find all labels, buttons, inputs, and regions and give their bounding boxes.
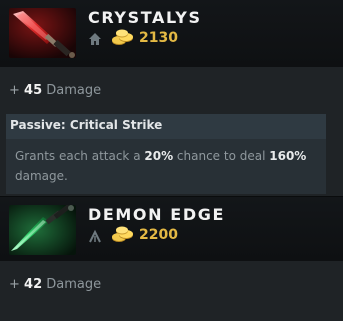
- item-name: CRYSTALYS: [88, 8, 202, 27]
- gold-coin-icon: [111, 226, 135, 244]
- item-header: CRYSTALYS 2130: [0, 0, 343, 67]
- passive-title: Passive: Critical Strike: [10, 118, 163, 132]
- desc-text: chance to deal: [173, 149, 270, 163]
- crystalys-item-icon: [9, 8, 76, 58]
- crit-chance: 20%: [144, 149, 174, 163]
- item-name: DEMON EDGE: [88, 205, 225, 224]
- stat-value: 45: [24, 83, 43, 98]
- passive-ability: Passive: Critical Strike Grants each att…: [6, 114, 326, 194]
- passive-header: Passive: Critical Strike: [6, 114, 326, 139]
- item-header: DEMON EDGE 2200: [0, 197, 343, 261]
- secret-shop-icon: [88, 228, 102, 243]
- stat-label: Damage: [46, 277, 102, 292]
- desc-text: Grants each attack a: [15, 149, 145, 163]
- item-cost: 2130: [139, 30, 178, 46]
- stat-value: 42: [24, 277, 43, 292]
- home-shop-icon: [88, 31, 102, 45]
- desc-text: damage.: [15, 169, 68, 183]
- stat-plus: +: [9, 83, 20, 98]
- stat-plus: +: [9, 277, 20, 292]
- gold-coin-icon: [111, 29, 135, 47]
- item-body: + 42 Damage: [0, 261, 343, 321]
- item-cost: 2200: [139, 227, 178, 243]
- damage-stat: + 45 Damage: [9, 83, 101, 98]
- stat-label: Damage: [46, 83, 102, 98]
- item-card-demon-edge: DEMON EDGE 2200 + 42 Damage: [0, 197, 343, 321]
- damage-stat: + 42 Damage: [9, 277, 101, 292]
- item-body: + 45 Damage Passive: Critical Strike Gra…: [0, 67, 343, 196]
- demon-edge-item-icon: [9, 205, 76, 255]
- crit-multiplier: 160%: [269, 149, 307, 163]
- item-card-crystalys: CRYSTALYS 2130 + 45 Damage Passive: Crit…: [0, 0, 343, 196]
- passive-description: Grants each attack a 20% chance to deal …: [15, 146, 315, 186]
